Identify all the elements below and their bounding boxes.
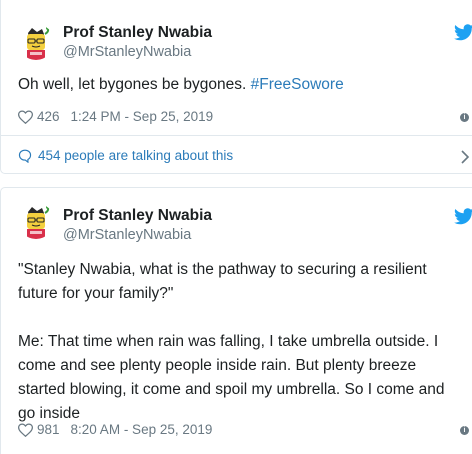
avatar[interactable]: [18, 24, 54, 60]
tweet-meta: 981 8:20 AM - Sep 25, 2019: [18, 422, 212, 437]
like-count[interactable]: 426: [37, 109, 60, 124]
timestamp-link[interactable]: 1:24 PM - Sep 25, 2019: [71, 109, 214, 124]
chevron-right-icon[interactable]: [460, 150, 470, 164]
tweet-card: Prof Stanley Nwabia @MrStanleyNwabia Oh …: [0, 0, 472, 174]
author-handle[interactable]: @MrStanleyNwabia: [63, 44, 191, 60]
heart-icon[interactable]: [18, 422, 33, 437]
tweet-text: "Stanley Nwabia, what is the pathway to …: [18, 261, 445, 422]
twitter-bird-icon[interactable]: [453, 208, 472, 226]
hashtag-link[interactable]: #FreeSowore: [251, 76, 344, 93]
comment-bubble-icon: [18, 149, 32, 163]
tweet-meta: 426 1:24 PM - Sep 25, 2019: [18, 109, 213, 124]
heart-icon[interactable]: [18, 109, 33, 124]
divider: [1, 135, 472, 136]
author-handle[interactable]: @MrStanleyNwabia: [63, 227, 191, 243]
talking-text[interactable]: 454 people are talking about this: [38, 148, 233, 163]
talking-link[interactable]: 454 people are talking about this: [18, 148, 233, 163]
tweet-card: Prof Stanley Nwabia @MrStanleyNwabia "St…: [0, 187, 472, 454]
author-name[interactable]: Prof Stanley Nwabia: [63, 207, 212, 225]
tweet-text-body: Oh well, let bygones be bygones.: [18, 76, 251, 93]
avatar[interactable]: [18, 203, 54, 239]
info-icon[interactable]: i: [460, 426, 469, 435]
tweet-text: Oh well, let bygones be bygones. #FreeSo…: [18, 73, 458, 97]
author-name[interactable]: Prof Stanley Nwabia: [63, 24, 212, 42]
timestamp-link[interactable]: 8:20 AM - Sep 25, 2019: [71, 422, 213, 437]
twitter-bird-icon[interactable]: [453, 24, 472, 42]
info-icon[interactable]: i: [460, 113, 469, 122]
like-count[interactable]: 981: [37, 422, 60, 437]
